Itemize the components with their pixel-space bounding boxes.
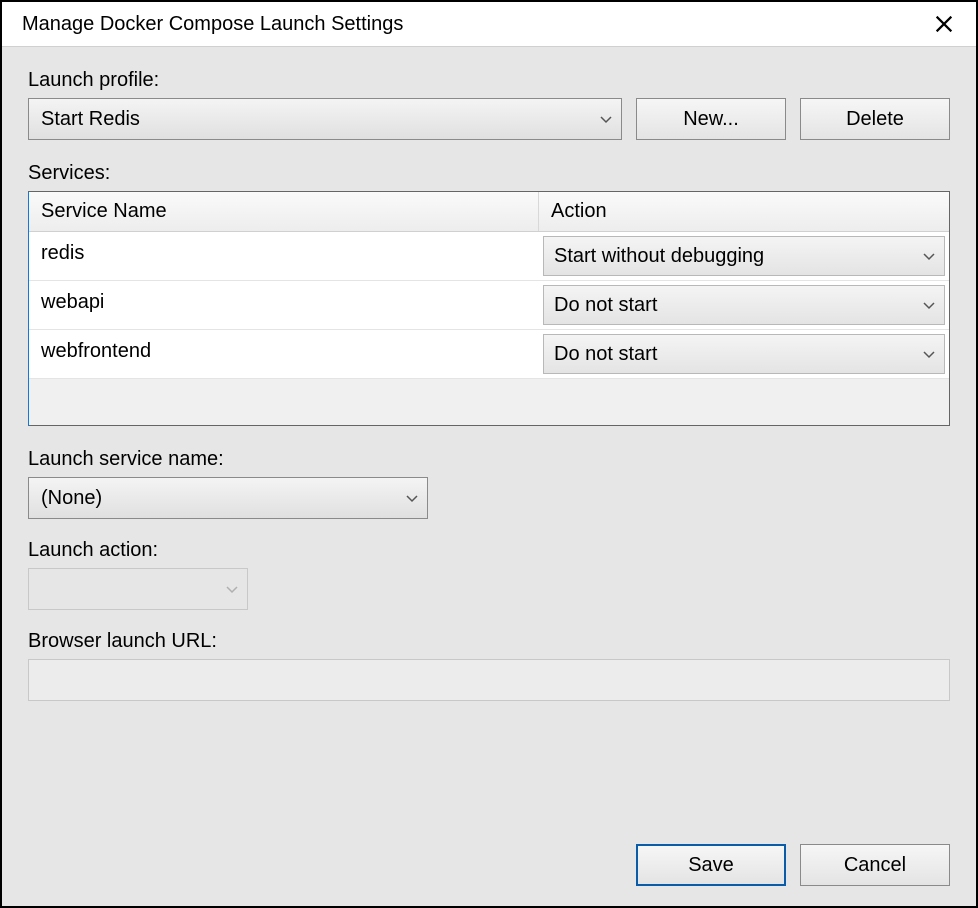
browser-url-input[interactable] [28, 659, 950, 701]
launch-profile-dropdown[interactable]: Start Redis [28, 98, 622, 140]
service-action-value: Do not start [554, 343, 657, 366]
services-label: Services: [28, 162, 950, 185]
services-table-footer [29, 379, 949, 425]
service-row: redis Start without debugging [29, 232, 949, 281]
dialog-footer: Save Cancel [28, 826, 950, 886]
service-row: webfrontend Do not start [29, 330, 949, 379]
launch-action-label: Launch action: [28, 539, 950, 562]
dialog-title: Manage Docker Compose Launch Settings [22, 13, 403, 36]
chevron-down-icon [922, 249, 936, 263]
launch-action-dropdown[interactable] [28, 568, 248, 610]
service-name-cell: webfrontend [29, 330, 539, 378]
dialog-content: Launch profile: Start Redis New... Delet… [2, 47, 976, 906]
chevron-down-icon [225, 582, 239, 596]
delete-profile-button[interactable]: Delete [800, 98, 950, 140]
launch-profile-label: Launch profile: [28, 69, 950, 92]
service-name-cell: webapi [29, 281, 539, 329]
chevron-down-icon [922, 347, 936, 361]
service-name-cell: redis [29, 232, 539, 280]
launch-service-name-value: (None) [41, 487, 102, 510]
services-table: Service Name Action redis Start without … [28, 191, 950, 426]
save-button[interactable]: Save [636, 844, 786, 886]
close-button[interactable] [930, 10, 958, 38]
browser-url-label: Browser launch URL: [28, 630, 950, 653]
service-action-dropdown[interactable]: Start without debugging [543, 236, 945, 276]
service-row: webapi Do not start [29, 281, 949, 330]
launch-profile-value: Start Redis [41, 108, 140, 131]
services-header: Service Name Action [29, 192, 949, 232]
chevron-down-icon [599, 112, 613, 126]
close-icon [933, 13, 955, 35]
service-action-value: Start without debugging [554, 245, 764, 268]
new-profile-button[interactable]: New... [636, 98, 786, 140]
launch-service-name-label: Launch service name: [28, 448, 950, 471]
column-header-action[interactable]: Action [539, 192, 949, 231]
column-header-name[interactable]: Service Name [29, 192, 539, 231]
chevron-down-icon [922, 298, 936, 312]
chevron-down-icon [405, 491, 419, 505]
cancel-button[interactable]: Cancel [800, 844, 950, 886]
service-action-dropdown[interactable]: Do not start [543, 285, 945, 325]
service-action-dropdown[interactable]: Do not start [543, 334, 945, 374]
titlebar: Manage Docker Compose Launch Settings [2, 2, 976, 47]
service-action-value: Do not start [554, 294, 657, 317]
launch-service-name-dropdown[interactable]: (None) [28, 477, 428, 519]
